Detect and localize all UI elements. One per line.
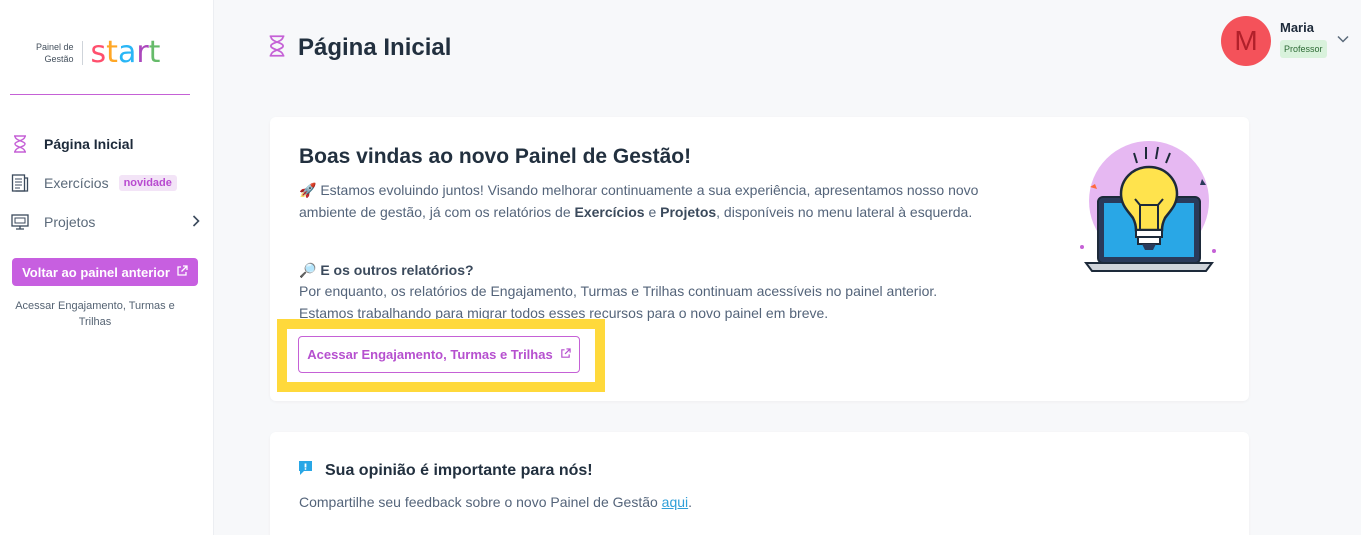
sidebar-nav: Página Inicial Exercícios novidade Proje… xyxy=(0,124,214,241)
user-role-badge: Professor xyxy=(1280,40,1327,58)
lightbulb-laptop-illustration xyxy=(1074,139,1224,279)
logo-subtitle: Painel de Gestão xyxy=(36,41,83,65)
logo-wordmark: start xyxy=(90,35,161,70)
new-badge: novidade xyxy=(118,174,177,191)
feedback-icon xyxy=(298,460,313,481)
sidebar-item-pagina-inicial[interactable]: Página Inicial xyxy=(0,124,214,163)
document-icon xyxy=(10,173,30,193)
sidebar-item-exercicios[interactable]: Exercícios novidade xyxy=(0,163,214,202)
avatar: M xyxy=(1221,16,1271,66)
magnifier-icon: 🔎 xyxy=(299,262,317,278)
user-name: Maria xyxy=(1280,20,1314,35)
other-reports-text: Por enquanto, os relatórios de Engajamen… xyxy=(299,283,938,321)
feedback-title-text: Sua opinião é importante para nós! xyxy=(325,461,593,479)
external-link-icon xyxy=(560,347,571,362)
back-to-old-panel-button[interactable]: Voltar ao painel anterior xyxy=(12,258,198,286)
back-button-label: Voltar ao painel anterior xyxy=(22,264,170,280)
rocket-icon: 🚀 xyxy=(299,182,317,198)
app-logo[interactable]: Painel de Gestão start xyxy=(36,36,160,70)
welcome-text-part2: e xyxy=(644,204,661,220)
external-link-icon xyxy=(176,264,188,280)
other-reports-title-text: E os outros relatórios? xyxy=(320,262,474,278)
feedback-card: Sua opinião é importante para nós! Compa… xyxy=(270,432,1249,535)
welcome-text-bold-projetos: Projetos xyxy=(660,204,717,220)
access-button-label: Acessar Engajamento, Turmas e Trilhas xyxy=(307,347,553,362)
feedback-text-body: Compartilhe seu feedback sobre o novo Pa… xyxy=(299,494,662,510)
welcome-title: Boas vindas ao novo Painel de Gestão! xyxy=(299,145,692,168)
sidebar-item-projetos[interactable]: Projetos xyxy=(0,202,214,241)
page-title: Página Inicial xyxy=(298,34,452,61)
sidebar-item-label: Exercícios xyxy=(44,174,109,191)
feedback-link[interactable]: aqui xyxy=(662,494,688,510)
feedback-text: Compartilhe seu feedback sobre o novo Pa… xyxy=(299,494,692,510)
welcome-text-part3: , disponíveis no menu lateral à esquerda… xyxy=(716,204,973,220)
sidebar-item-label: Projetos xyxy=(44,213,96,230)
user-menu[interactable]: M Maria Professor xyxy=(1221,16,1351,66)
chevron-down-icon[interactable] xyxy=(1337,30,1349,48)
other-reports-title: 🔎 E os outros relatórios? xyxy=(299,262,474,279)
welcome-text-bold-exercicios: Exercícios xyxy=(574,204,645,220)
welcome-card: Boas vindas ao novo Painel de Gestão! 🚀 … xyxy=(270,117,1249,401)
hourglass-icon xyxy=(10,134,30,154)
sidebar-item-label: Página Inicial xyxy=(44,135,134,152)
access-old-reports-button[interactable]: Acessar Engajamento, Turmas e Trilhas xyxy=(298,336,580,373)
sidebar-divider xyxy=(10,94,190,95)
monitor-icon xyxy=(10,212,30,232)
chevron-right-icon xyxy=(192,214,200,230)
back-note: Acessar Engajamento, Turmas e Trilhas xyxy=(15,300,175,328)
feedback-text-end: . xyxy=(688,494,693,510)
welcome-text: 🚀 Estamos evoluindo juntos! Visando melh… xyxy=(299,179,979,223)
hourglass-icon xyxy=(268,34,286,62)
feedback-title: Sua opinião é importante para nós! xyxy=(298,460,593,481)
page-header: Página Inicial xyxy=(268,34,451,62)
sidebar: Painel de Gestão start Página Inicial Ex… xyxy=(0,0,214,535)
